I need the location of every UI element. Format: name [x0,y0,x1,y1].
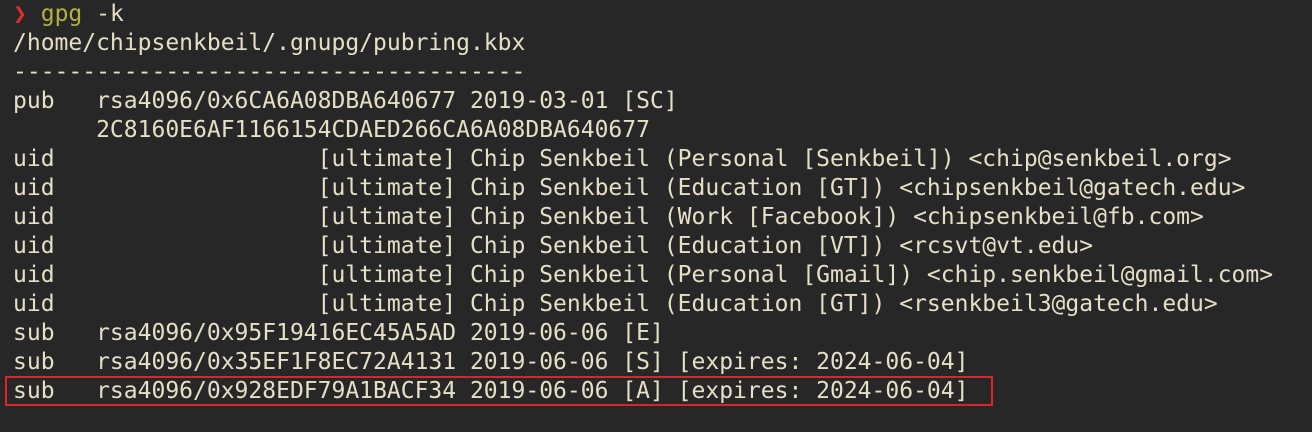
uid-line: uid [ultimate] Chip Senkbeil (Personal [… [13,262,1274,288]
keyring-path: /home/chipsenkbeil/.gnupg/pubring.kbx [13,30,526,56]
highlight-annotation-box [5,376,993,406]
terminal-window[interactable]: ❯ gpg -k /home/chipsenkbeil/.gnupg/pubri… [0,0,1312,432]
sub-key-line: sub rsa4096/0x95F19416EC45A5AD 2019-06-0… [13,320,664,346]
uid-line: uid [ultimate] Chip Senkbeil (Work [Face… [13,204,1204,230]
uid-line: uid [ultimate] Chip Senkbeil (Personal [… [13,146,1232,172]
separator-line: ------------------------------------- [13,59,526,85]
uid-line: uid [ultimate] Chip Senkbeil (Education … [13,175,1246,201]
uid-line: uid [ultimate] Chip Senkbeil (Education … [13,233,1094,259]
command-name: gpg [40,1,83,27]
prompt-symbol: ❯ [13,1,27,27]
pub-key-fingerprint: 2C8160E6AF1166154CDAED266CA6A08DBA640677 [13,117,650,143]
uid-line: uid [ultimate] Chip Senkbeil (Education … [13,291,1218,317]
sub-key-line: sub rsa4096/0x35EF1F8EC72A4131 2019-06-0… [13,349,969,375]
pub-key-line: pub rsa4096/0x6CA6A08DBA640677 2019-03-0… [13,88,678,114]
prompt-line: ❯ gpg -k [13,0,124,29]
command-args: -k [82,1,124,27]
